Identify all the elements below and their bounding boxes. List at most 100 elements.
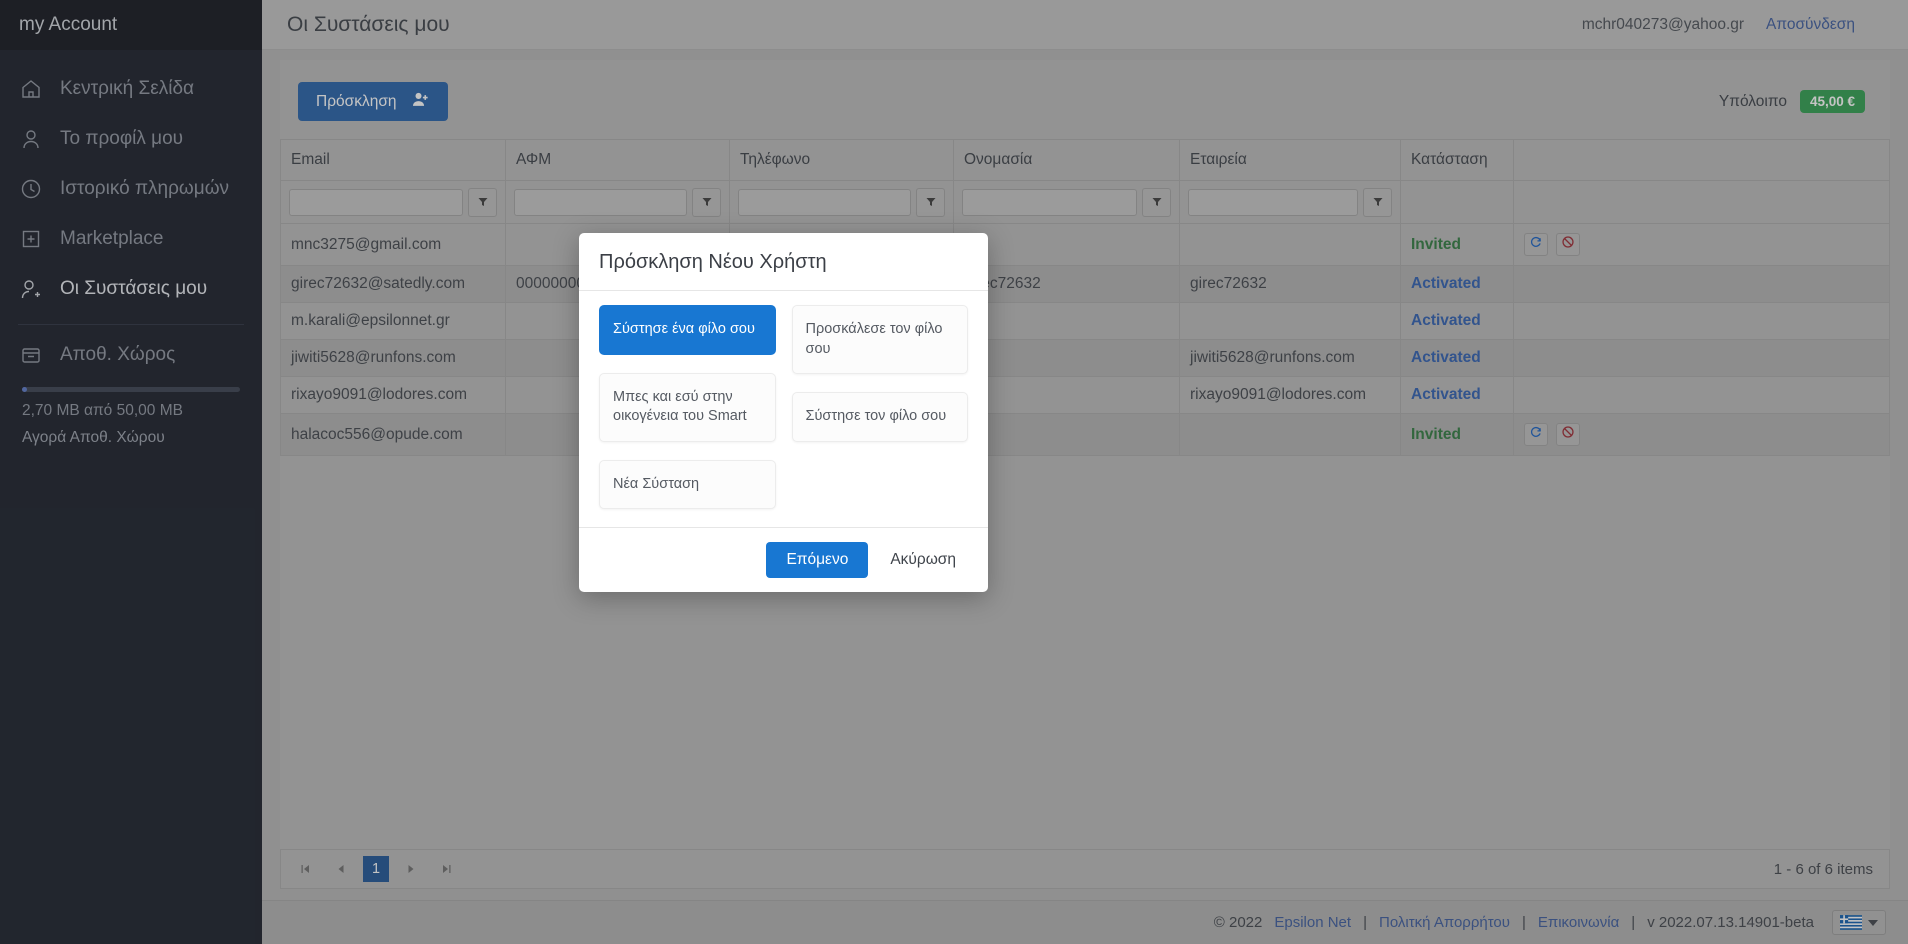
footer-version: v 2022.07.13.14901-beta — [1647, 914, 1814, 931]
funnel-icon — [1151, 196, 1163, 208]
balance-badge: 45,00 € — [1800, 90, 1865, 113]
filter-button-email[interactable] — [468, 188, 497, 217]
column-header-company[interactable]: Εταιρεία — [1180, 140, 1401, 181]
status-badge: Invited — [1411, 236, 1461, 253]
cell-status: Activated — [1401, 377, 1514, 414]
table-row[interactable]: halacoc556@opude.comInvited — [281, 414, 1890, 456]
balance-widget: Υπόλοιπο 45,00 € — [1719, 90, 1865, 113]
storage-progress-fill — [22, 387, 27, 392]
column-header-actions — [1514, 140, 1890, 181]
sidebar-item-marketplace[interactable]: Marketplace — [0, 214, 262, 264]
table-row[interactable]: mnc3275@gmail.comInvited — [281, 224, 1890, 266]
main-content: Πρόσκληση Υπόλοιπο 45,00 € — [262, 50, 1908, 944]
modal-header: Πρόσκληση Νέου Χρήστη — [579, 233, 988, 291]
table-head: Email ΑΦΜ Τηλέφωνο Ονομασία Εταιρεία Κατ… — [281, 140, 1890, 224]
storage-usage-text: 2,70 MB από 50,00 MB — [0, 402, 262, 420]
card-toolbar: Πρόσκληση Υπόλοιπο 45,00 € — [280, 60, 1890, 139]
filter-input-afm[interactable] — [514, 189, 687, 216]
pagination-controls: 1 — [291, 855, 461, 883]
resend-invite-button[interactable] — [1524, 423, 1548, 446]
filter-button-phone[interactable] — [916, 188, 945, 217]
filter-button-company[interactable] — [1363, 188, 1392, 217]
cell-actions — [1514, 377, 1890, 414]
cell-actions — [1514, 414, 1890, 456]
filter-input-company[interactable] — [1188, 189, 1358, 216]
column-header-status[interactable]: Κατάσταση — [1401, 140, 1514, 181]
refresh-icon — [1529, 235, 1543, 254]
table-row[interactable]: girec72632@satedly.com000000000698115186… — [281, 266, 1890, 303]
pagination: 1 1 - 6 of 6 items — [280, 849, 1890, 889]
invite-button[interactable]: Πρόσκληση — [298, 82, 448, 121]
cell-company — [1180, 303, 1401, 340]
refresh-icon — [1529, 425, 1543, 444]
table-header-row: Email ΑΦΜ Τηλέφωνο Ονομασία Εταιρεία Κατ… — [281, 140, 1890, 181]
referrals-table: Email ΑΦΜ Τηλέφωνο Ονομασία Εταιρεία Κατ… — [280, 139, 1890, 456]
cancel-invite-button[interactable] — [1556, 423, 1580, 446]
cell-email: halacoc556@opude.com — [281, 414, 506, 456]
first-page-button[interactable] — [291, 855, 319, 883]
archive-icon — [18, 342, 44, 368]
template-option-card[interactable]: Σύστησε τον φίλο σου — [792, 392, 969, 442]
modal-footer: Επόμενο Ακύρωση — [579, 527, 988, 592]
cell-company — [1180, 414, 1401, 456]
page-title: Οι Συστάσεις μου — [287, 13, 450, 37]
column-header-name[interactable]: Ονομασία — [954, 140, 1180, 181]
page-number-1[interactable]: 1 — [363, 856, 389, 882]
template-option-card[interactable]: Σύστησε ένα φίλο σου — [599, 305, 776, 355]
column-header-phone[interactable]: Τηλέφωνο — [730, 140, 954, 181]
modal-body: Σύστησε ένα φίλο σου Μπες και εσύ στην οι… — [579, 291, 988, 527]
footer-separator: | — [1363, 914, 1367, 931]
status-badge: Activated — [1411, 349, 1481, 366]
column-header-afm[interactable]: ΑΦΜ — [506, 140, 730, 181]
footer-company-link[interactable]: Epsilon Net — [1274, 914, 1351, 931]
table-row[interactable]: jiwiti5628@runfons.comjiwiti5628@runfons… — [281, 340, 1890, 377]
cell-status: Activated — [1401, 266, 1514, 303]
table-filter-row — [281, 181, 1890, 224]
cell-actions — [1514, 266, 1890, 303]
sidebar-item-my-referrals[interactable]: Οι Συστάσεις μου — [0, 264, 262, 314]
funnel-icon — [1372, 196, 1384, 208]
cell-actions — [1514, 303, 1890, 340]
footer-contact-link[interactable]: Επικοινωνία — [1538, 914, 1619, 931]
resend-invite-button[interactable] — [1524, 233, 1548, 256]
sidebar-item-home[interactable]: Κεντρική Σελίδα — [0, 64, 262, 114]
template-option-card[interactable]: Προσκάλεσε τον φίλο σου — [792, 305, 969, 374]
filter-cell-email — [281, 181, 506, 224]
logout-link[interactable]: Αποσύνδεση — [1766, 16, 1855, 34]
filter-cell-afm — [506, 181, 730, 224]
block-icon — [1561, 425, 1575, 444]
cancel-button[interactable]: Ακύρωση — [878, 542, 968, 578]
sidebar-item-payment-history[interactable]: Ιστορικό πληρωμών — [0, 164, 262, 214]
last-page-button[interactable] — [433, 855, 461, 883]
sidebar-item-storage[interactable]: Αποθ. Χώρος — [0, 333, 262, 377]
filter-cell-name — [954, 181, 1180, 224]
column-header-email[interactable]: Email — [281, 140, 506, 181]
template-option-card[interactable]: Μπες και εσύ στην οικογένεια του Smart — [599, 373, 776, 442]
referrals-card: Πρόσκληση Υπόλοιπο 45,00 € — [280, 60, 1890, 889]
topbar: Οι Συστάσεις μου mchr040273@yahoo.gr Απο… — [262, 0, 1908, 50]
funnel-icon — [477, 196, 489, 208]
next-page-icon — [405, 863, 417, 875]
filter-input-name[interactable] — [962, 189, 1137, 216]
filter-button-name[interactable] — [1142, 188, 1171, 217]
sidebar-item-profile[interactable]: Το προφίλ μου — [0, 114, 262, 164]
next-button[interactable]: Επόμενο — [766, 542, 868, 578]
table-row[interactable]: rixayo9091@lodores.comrixayo9091@lodores… — [281, 377, 1890, 414]
prev-page-button[interactable] — [327, 855, 355, 883]
table-body: mnc3275@gmail.comInvitedgirec72632@sated… — [281, 224, 1890, 456]
cancel-invite-button[interactable] — [1556, 233, 1580, 256]
language-selector[interactable] — [1832, 910, 1886, 935]
table-row[interactable]: m.karali@epsilonnet.grActivated — [281, 303, 1890, 340]
footer-privacy-link[interactable]: Πολιτκή Απορρήτου — [1379, 914, 1510, 931]
buy-storage-link[interactable]: Αγορά Αποθ. Χώρου — [0, 429, 262, 447]
filter-button-afm[interactable] — [692, 188, 721, 217]
sidebar-item-label: Ιστορικό πληρωμών — [60, 178, 229, 200]
filter-input-email[interactable] — [289, 189, 463, 216]
template-option-card[interactable]: Νέα Σύσταση — [599, 460, 776, 510]
sidebar-item-label: Κεντρική Σελίδα — [60, 78, 194, 100]
next-page-button[interactable] — [397, 855, 425, 883]
filter-input-phone[interactable] — [738, 189, 911, 216]
first-page-icon — [299, 863, 311, 875]
cell-email: girec72632@satedly.com — [281, 266, 506, 303]
filter-cell-company — [1180, 181, 1401, 224]
